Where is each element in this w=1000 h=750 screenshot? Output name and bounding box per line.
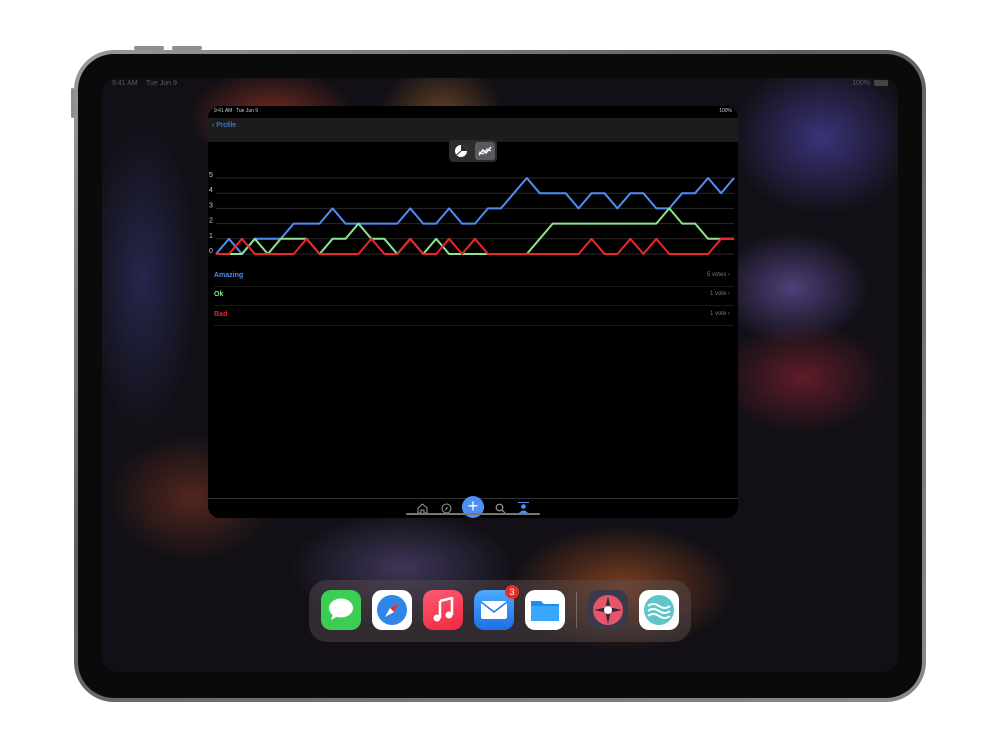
- nav-bar: [208, 118, 738, 142]
- app-date: Tue Jun 9: [236, 108, 259, 114]
- device-date: Tue Jun 9: [146, 80, 177, 87]
- series-line-ok: [216, 207, 734, 255]
- y-tick-label: 2: [209, 218, 213, 225]
- device-battery-area: 100%: [852, 78, 888, 90]
- files-app-icon[interactable]: [525, 590, 565, 630]
- safari-app-icon[interactable]: [372, 590, 412, 630]
- back-label: Profile: [216, 122, 237, 129]
- result-label-bad: Bad: [214, 311, 228, 318]
- dock-divider: [576, 592, 577, 628]
- side-button: [71, 88, 74, 118]
- messages-app-icon[interactable]: [321, 590, 361, 630]
- line-chart-icon[interactable]: [475, 142, 495, 160]
- top-button: [134, 46, 164, 50]
- chevron-left-icon: ‹: [212, 122, 215, 129]
- compass-app-icon[interactable]: [588, 590, 628, 630]
- y-tick-label: 4: [209, 187, 213, 194]
- y-tick-label: 0: [209, 248, 213, 255]
- result-count-ok: 1 vote ›: [709, 291, 730, 297]
- app-window[interactable]: 9:41 AM Tue Jun 9 100% ‹ Profile 0 1 2 3 4 5 …: [208, 106, 738, 518]
- music-app-icon[interactable]: [423, 590, 463, 630]
- pie-chart-icon[interactable]: [451, 142, 471, 160]
- result-label-amazing: Amazing: [214, 272, 244, 279]
- series-line-amazing: [215, 177, 735, 255]
- y-tick-label: 3: [209, 202, 213, 209]
- home-indicator: [406, 513, 540, 515]
- y-tick-label: 1: [209, 233, 213, 240]
- result-label-ok: Ok: [214, 291, 224, 298]
- result-row-amazing[interactable]: Amazing 5 votes ›: [214, 268, 734, 287]
- chart-type-segmented-control[interactable]: [449, 140, 497, 162]
- back-button[interactable]: ‹ Profile: [212, 122, 236, 129]
- series-line-bad: [216, 237, 734, 255]
- result-count-amazing: 5 votes ›: [706, 272, 730, 278]
- waves-app-icon[interactable]: [639, 590, 679, 630]
- device-time: 9:41 AM: [112, 80, 138, 87]
- app-time: 9:41 AM: [214, 108, 233, 114]
- result-row-bad[interactable]: Bad 1 vote ›: [214, 307, 734, 326]
- line-chart: 0 1 2 3 4 5: [209, 172, 735, 255]
- device-battery: 100%: [852, 80, 870, 87]
- y-tick-label: 5: [209, 172, 213, 179]
- result-row-ok[interactable]: Ok 1 vote ›: [214, 287, 734, 306]
- app-battery: 100%: [719, 108, 732, 114]
- mail-badge: 3: [505, 585, 519, 599]
- result-count-bad: 1 vote ›: [709, 311, 730, 317]
- battery-icon: [874, 80, 888, 87]
- top-button-2: [172, 46, 202, 50]
